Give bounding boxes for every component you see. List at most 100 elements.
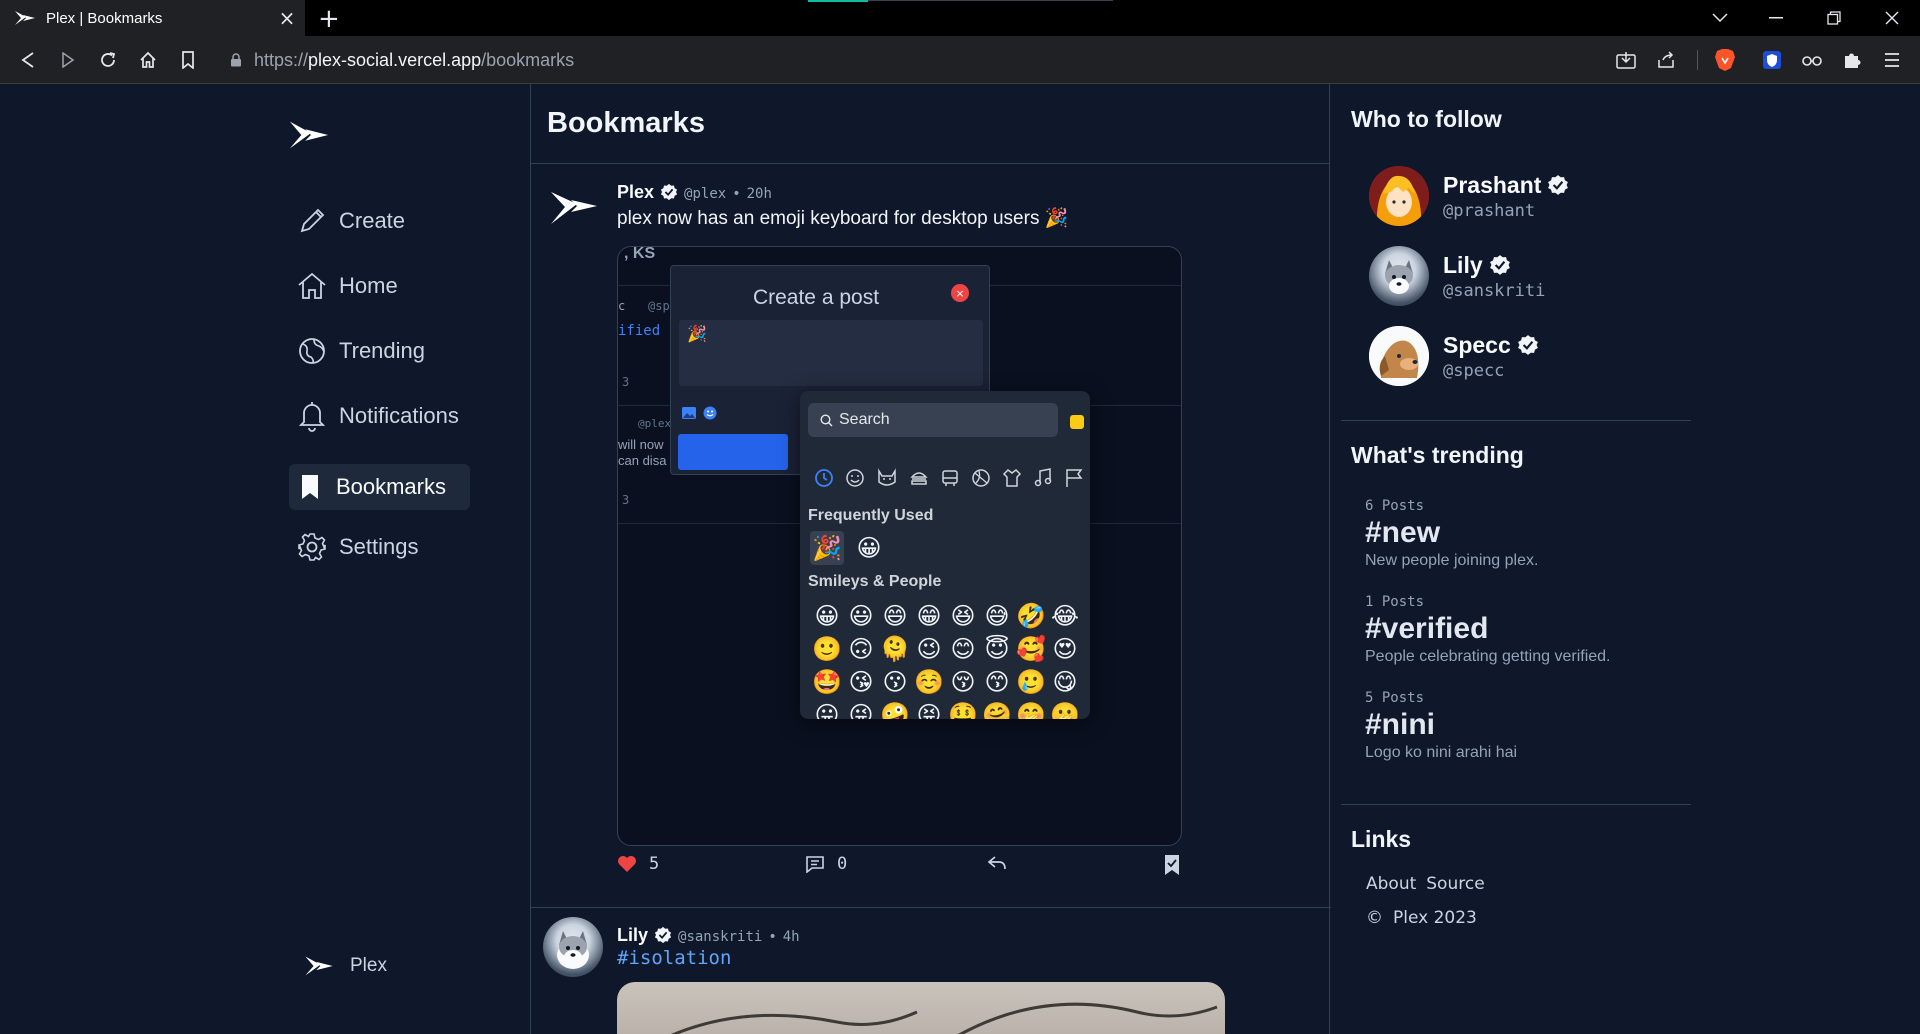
verified-badge-icon xyxy=(1489,254,1511,276)
bookmark-page-button[interactable] xyxy=(176,48,200,72)
emoji: 😃 xyxy=(848,602,874,630)
tab-list-button[interactable] xyxy=(1692,0,1748,36)
reply-arrow-icon xyxy=(987,856,1006,870)
follow-suggestion[interactable]: Lily @sanskriti xyxy=(1369,244,1709,308)
like-button[interactable]: 5 xyxy=(617,854,659,874)
post-author-name[interactable]: Plex xyxy=(617,182,654,203)
trending-item[interactable]: 1 Posts #verified People celebrating get… xyxy=(1365,594,1725,666)
trending-item[interactable]: 5 Posts #nini Logo ko nini arahi hai xyxy=(1365,690,1725,762)
emoji-row: 😛 😜 🤪 😝 🤑 🤗 🤭 🫢 xyxy=(810,698,1082,719)
clock-icon xyxy=(814,465,834,491)
nav-trending-label: Trending xyxy=(339,338,426,363)
emoji: 🫢 xyxy=(1050,701,1080,719)
heart-icon xyxy=(618,856,636,872)
plex-logo-icon[interactable] xyxy=(288,118,330,152)
nav-bookmarks-label: Bookmarks xyxy=(335,474,446,499)
verified-badge-icon xyxy=(654,926,672,944)
trend-hashtag: #nini xyxy=(1365,708,1436,741)
section-divider xyxy=(1341,804,1691,805)
about-link[interactable]: About xyxy=(1366,874,1416,894)
post-hashtag-link[interactable]: #isolation xyxy=(617,947,731,969)
install-icon xyxy=(1616,52,1636,69)
trending-item[interactable]: 6 Posts #new New people joining plex. xyxy=(1365,498,1725,570)
tab-strip: Plex | Bookmarks × + xyxy=(0,0,1920,36)
close-window-button[interactable] xyxy=(1864,0,1920,36)
extensions-button[interactable] xyxy=(1840,48,1864,72)
install-app-button[interactable] xyxy=(1614,48,1638,72)
restore-button[interactable] xyxy=(1806,0,1862,36)
emoji: 😜 xyxy=(848,701,874,719)
nav-bookmarks[interactable]: Bookmarks xyxy=(289,464,470,510)
forward-button[interactable] xyxy=(56,48,80,72)
flag-icon xyxy=(1064,465,1084,491)
chevron-down-icon xyxy=(1712,13,1728,23)
back-button[interactable] xyxy=(16,48,40,72)
anime-avatar-icon xyxy=(1369,166,1429,226)
verified-badge-icon xyxy=(1517,334,1539,356)
post-author-handle[interactable]: @sanskriti xyxy=(678,929,762,945)
emoji: 😋 xyxy=(1052,668,1078,696)
shield-extension-icon xyxy=(1763,51,1781,69)
bitwarden-extension[interactable] xyxy=(1760,48,1784,72)
emoji-picker: Search Frequently Used 🎉 😀 Smileys & Peo… xyxy=(800,391,1090,719)
avatar[interactable] xyxy=(543,917,603,977)
bookmark-filled-icon xyxy=(295,470,326,504)
follow-name: Prashant xyxy=(1443,171,1542,198)
section-divider xyxy=(1341,420,1691,421)
frequent-emoji-row: 🎉 😀 xyxy=(810,531,886,565)
right-sidebar: Who to follow Prashant @prashant Lily @s… xyxy=(1331,84,1920,1034)
post-media-screenshot[interactable]: , KS c @sp ified 3 @plex will now can di… xyxy=(617,246,1182,846)
follow-suggestion[interactable]: Specc @specc xyxy=(1369,324,1709,388)
emoji: 😍 xyxy=(1052,635,1078,663)
bookmark-toggle-button[interactable] xyxy=(1163,854,1181,876)
nav-settings[interactable]: Settings xyxy=(289,524,443,570)
copyright-text: Plex 2023 xyxy=(1393,908,1477,928)
post-timestamp: 4h xyxy=(782,929,800,945)
tab-close-button[interactable]: × xyxy=(269,6,305,30)
follow-name-row: Prashant xyxy=(1443,172,1575,199)
plex-logo-icon xyxy=(15,11,35,25)
bell-icon xyxy=(295,399,329,433)
home-button[interactable] xyxy=(136,48,160,72)
post-media-image[interactable] xyxy=(617,982,1225,1034)
reload-button[interactable] xyxy=(96,48,120,72)
gear-icon xyxy=(295,530,329,564)
emoji: 🤑 xyxy=(948,701,978,719)
close-icon xyxy=(1885,11,1899,25)
nav-trending[interactable]: Trending xyxy=(289,328,449,374)
emoji-button-icon xyxy=(703,406,717,420)
emoji: 🥲 xyxy=(1016,668,1046,696)
animal-icon xyxy=(876,465,898,491)
follow-info: Specc @specc xyxy=(1443,332,1545,381)
nav-home-label: Home xyxy=(339,273,398,298)
share-button[interactable] xyxy=(1654,48,1678,72)
follow-suggestion[interactable]: Prashant @prashant xyxy=(1369,164,1709,228)
frequently-used-heading: Frequently Used xyxy=(808,507,934,524)
sidebar-footer-brand[interactable]: Plex xyxy=(304,954,387,978)
address-bar[interactable]: https://plex-social.vercel.app/bookmarks xyxy=(216,42,1696,78)
post-author-handle[interactable]: @plex xyxy=(684,186,726,202)
follow-handle: @prashant xyxy=(1443,200,1536,221)
nav-notifications[interactable]: Notifications xyxy=(289,393,483,439)
screenshot-fragment: ified xyxy=(618,323,661,339)
post-author-name[interactable]: Lily xyxy=(617,925,648,946)
brave-shields-button[interactable] xyxy=(1713,48,1737,72)
comment-button[interactable]: 0 xyxy=(805,854,847,874)
share-button[interactable] xyxy=(987,854,1007,872)
emoji: 🥰 xyxy=(1016,635,1046,663)
nav-create[interactable]: Create xyxy=(289,198,429,244)
follow-handle: @specc xyxy=(1443,360,1505,381)
post-separator: • xyxy=(768,929,777,945)
new-tab-button[interactable]: + xyxy=(318,4,340,34)
plex-logo-avatar[interactable] xyxy=(543,178,603,238)
emoji-row: 🤩 😘 😗 ☺️ 😚 😙 🥲 😋 xyxy=(810,665,1082,699)
reader-extension[interactable] xyxy=(1800,48,1824,72)
links-heading: Links xyxy=(1351,826,1412,852)
minimize-button[interactable] xyxy=(1748,0,1804,36)
object-icon xyxy=(1002,465,1022,491)
menu-button[interactable] xyxy=(1880,48,1904,72)
activity-icon xyxy=(971,465,991,491)
nav-home[interactable]: Home xyxy=(289,263,422,309)
source-link[interactable]: Source xyxy=(1426,874,1484,894)
browser-tab[interactable]: Plex | Bookmarks × xyxy=(0,0,305,36)
